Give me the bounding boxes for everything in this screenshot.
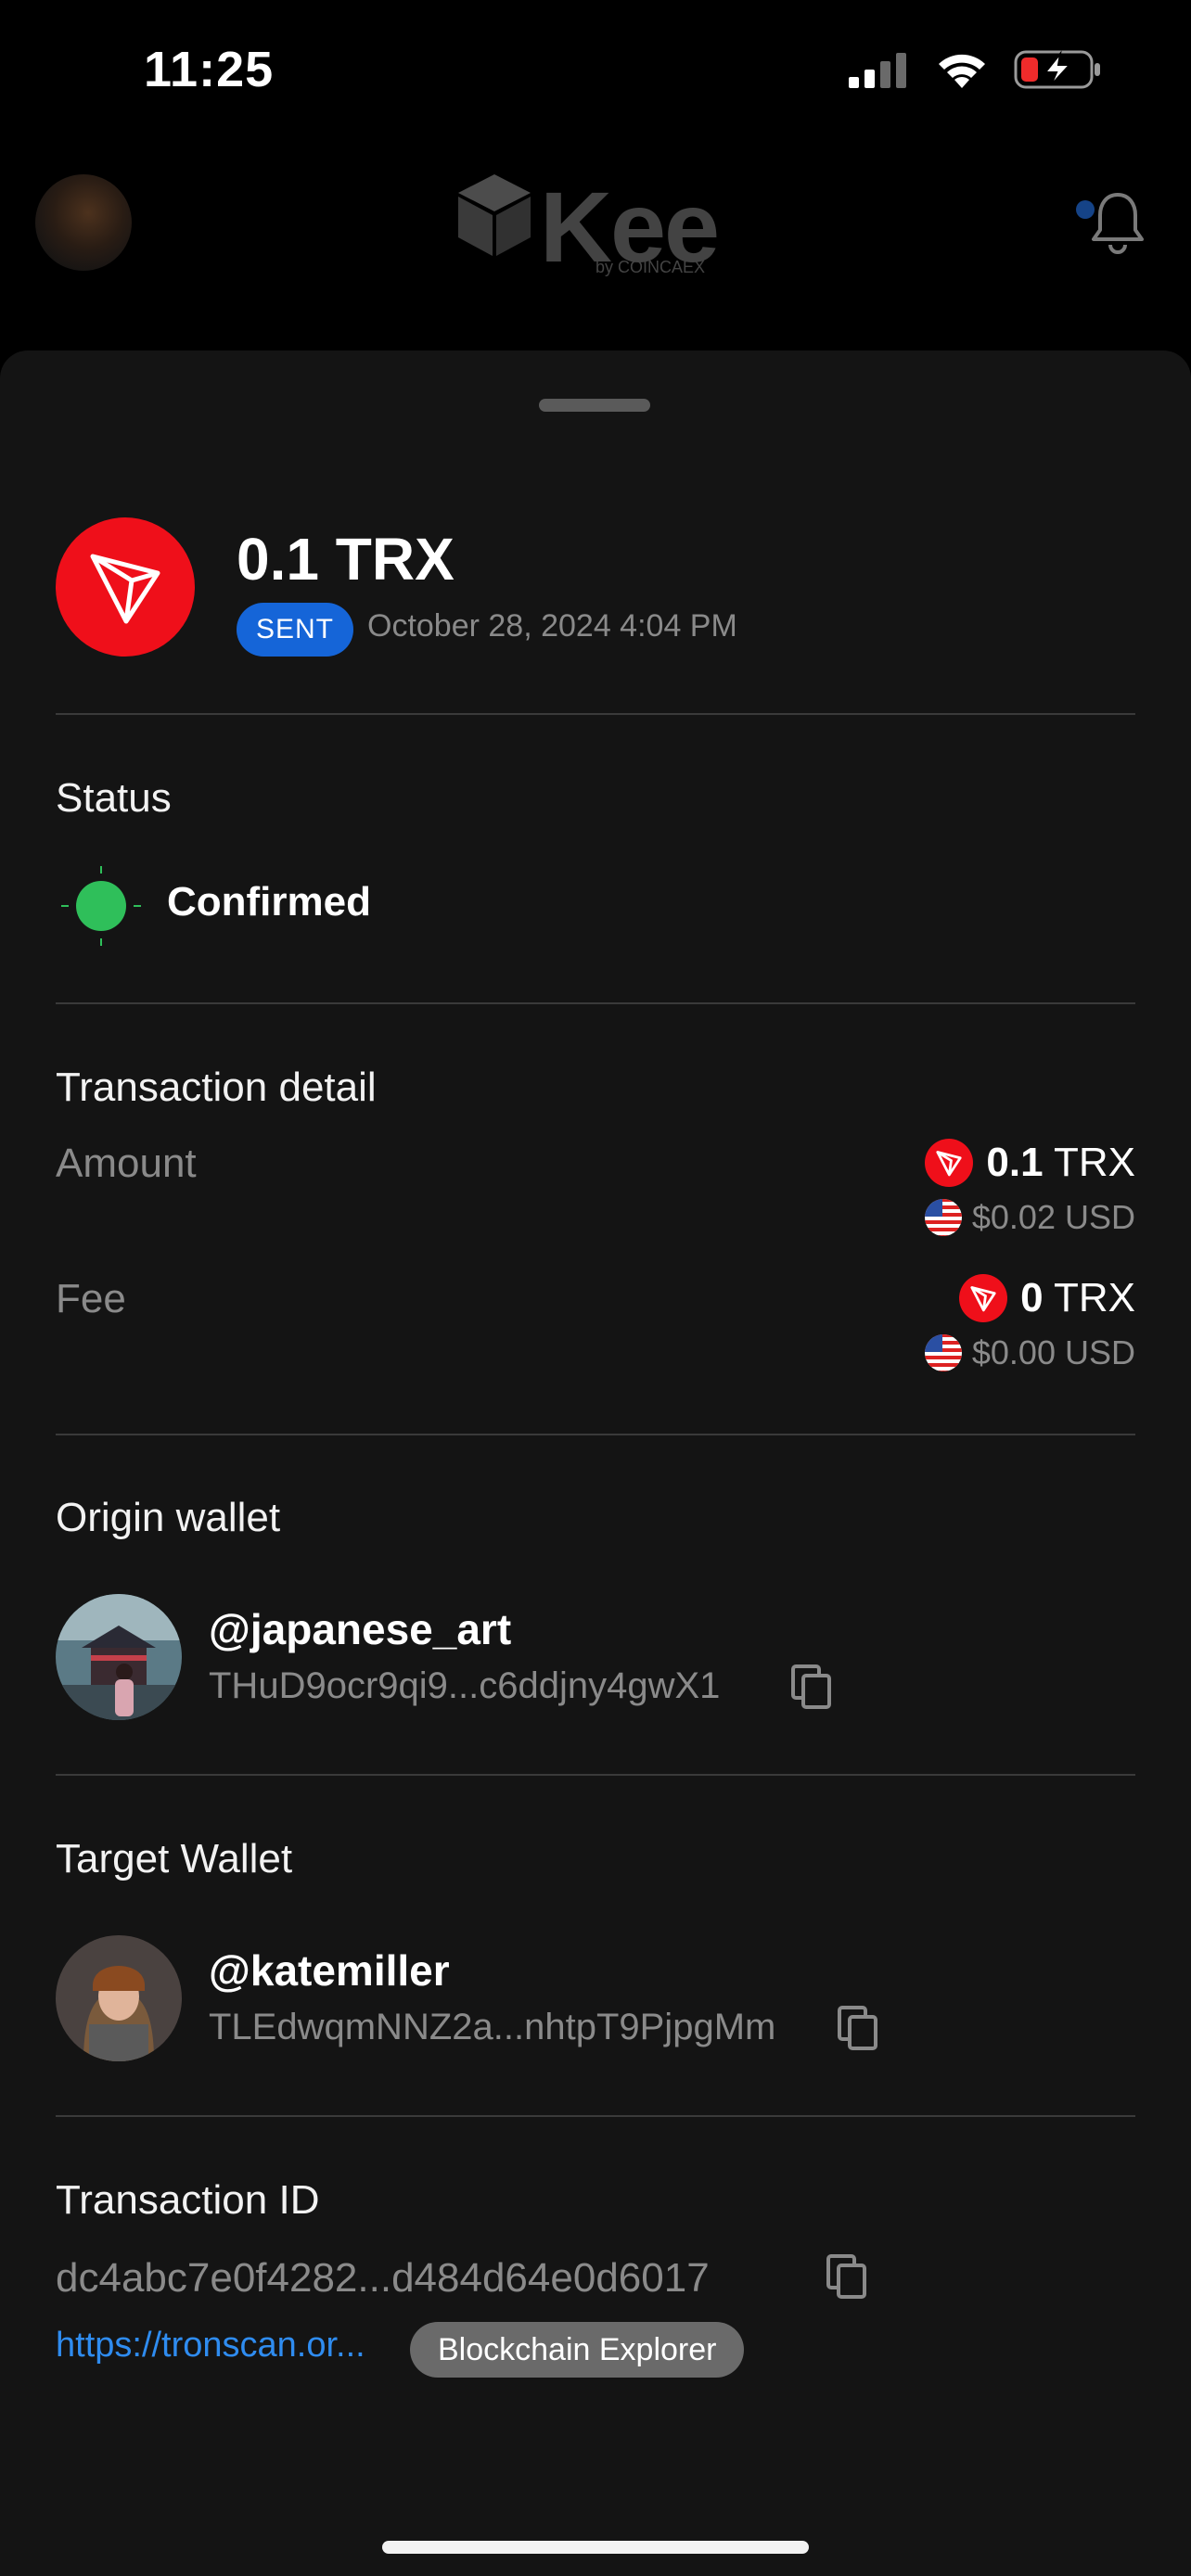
divider	[56, 1002, 1135, 1004]
wifi-icon	[939, 54, 985, 88]
fee-usd: $0.00 USD	[924, 1333, 1135, 1372]
copy-transaction-id-icon[interactable]	[826, 2253, 868, 2300]
origin-wallet-username: @japanese_art	[209, 1605, 512, 1653]
amount-label: Amount	[56, 1141, 197, 1186]
copy-target-address-icon[interactable]	[837, 2005, 879, 2051]
sheet-grabber[interactable]	[539, 399, 650, 412]
status-bar: 11:25	[0, 0, 1191, 139]
profile-avatar[interactable]	[35, 174, 132, 271]
copy-origin-address-icon[interactable]	[790, 1664, 833, 1710]
cellular-signal-icon	[849, 53, 906, 88]
blockchain-explorer-button[interactable]: Blockchain Explorer	[410, 2322, 745, 2378]
origin-wallet-address: THuD9ocr9qi9...c6ddjny4gwX1	[209, 1665, 721, 1706]
kee-logo: Kee by COINCAEX	[455, 163, 733, 284]
fee-usd-value: $0.00 USD	[971, 1333, 1135, 1371]
status-icons	[849, 48, 1103, 91]
divider	[56, 1774, 1135, 1776]
notifications-button[interactable]	[1067, 185, 1150, 260]
tronscan-link[interactable]: https://tronscan.or...	[56, 2326, 365, 2366]
amount-unit: TRX	[1054, 1140, 1135, 1185]
divider	[56, 1434, 1135, 1435]
fee-label: Fee	[56, 1276, 126, 1321]
transaction-detail-title: Transaction detail	[56, 1065, 377, 1110]
amount-usd-value: $0.02 USD	[971, 1198, 1135, 1236]
divider	[56, 2115, 1135, 2117]
home-indicator[interactable]	[382, 2541, 809, 2554]
transaction-datetime: October 28, 2024 4:04 PM	[367, 608, 737, 644]
origin-wallet-title: Origin wallet	[56, 1495, 281, 1540]
transaction-id-value: dc4abc7e0f4282...d484d64e0d6017	[56, 2255, 710, 2301]
origin-wallet-avatar[interactable]	[56, 1594, 182, 1720]
tron-token-icon	[56, 517, 195, 657]
bell-icon	[1092, 193, 1144, 254]
transaction-amount-title: 0.1 TRX	[237, 526, 455, 593]
status-title: Status	[56, 775, 172, 821]
divider	[56, 713, 1135, 715]
status-value: Confirmed	[167, 879, 371, 925]
tron-icon	[925, 1139, 974, 1187]
target-wallet-address: TLEdwqmNNZ2a...nhtpT9PjpgMm	[209, 2007, 776, 2047]
amount-number: 0.1	[986, 1140, 1044, 1185]
status-time: 11:25	[144, 42, 275, 97]
target-wallet-avatar[interactable]	[56, 1935, 182, 2061]
confirmed-status-icon	[59, 864, 143, 948]
logo-byline: by COINCAEX	[596, 258, 706, 276]
target-wallet-username: @katemiller	[209, 1946, 450, 1995]
tron-icon	[959, 1274, 1008, 1322]
us-flag-icon	[924, 1334, 962, 1371]
amount-usd: $0.02 USD	[924, 1198, 1135, 1237]
transaction-id-title: Transaction ID	[56, 2177, 320, 2223]
fee-unit: TRX	[1054, 1275, 1135, 1320]
cube-logo-icon	[458, 174, 531, 256]
fee-value: 0 TRX	[959, 1274, 1135, 1322]
us-flag-icon	[924, 1199, 962, 1236]
target-wallet-title: Target Wallet	[56, 1836, 293, 1881]
transaction-detail-sheet: 0.1 TRX SENT October 28, 2024 4:04 PM St…	[0, 351, 1191, 2576]
fee-number: 0	[1020, 1275, 1044, 1320]
direction-badge: SENT	[237, 603, 353, 657]
battery-charging-icon	[1014, 50, 1100, 89]
amount-value: 0.1 TRX	[925, 1139, 1135, 1187]
